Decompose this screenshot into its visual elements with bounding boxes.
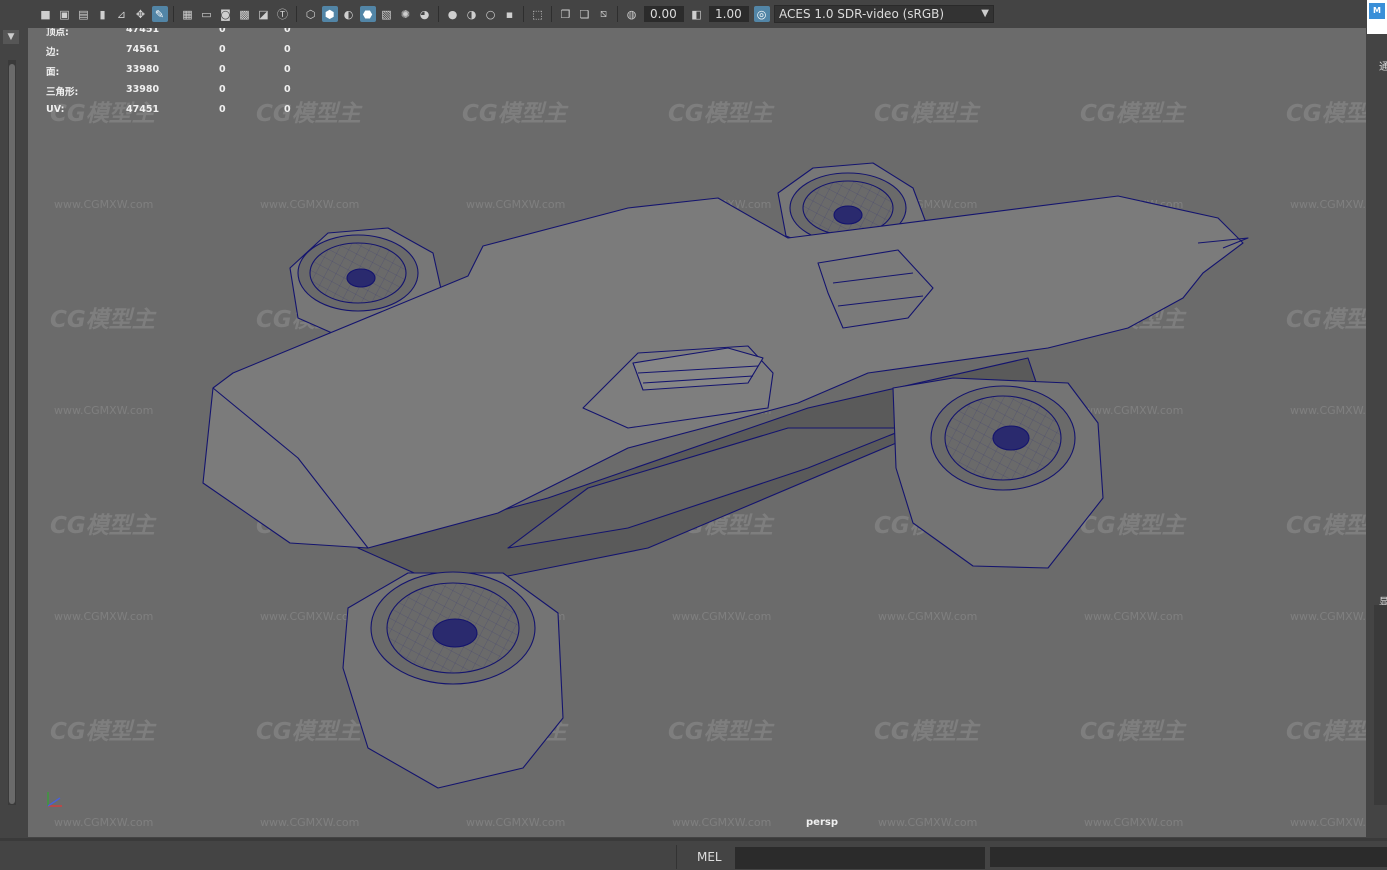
mel-input-field[interactable]	[735, 847, 985, 869]
field-chart-icon[interactable]: ◪	[256, 6, 272, 22]
grid-icon[interactable]: ▦	[180, 6, 196, 22]
hud-c3: 0	[284, 44, 291, 55]
isolate-select-icon[interactable]: ⬚	[530, 6, 546, 22]
mel-label[interactable]: MEL	[697, 850, 722, 864]
hud-c3: 0	[284, 64, 291, 75]
use-all-lights-icon[interactable]: ✺	[398, 6, 414, 22]
safe-title-icon[interactable]: Ⓣ	[275, 6, 291, 22]
viewport-toolbar: ■ ▣ ▤ ▮ ⊿ ✥ ✎ ▦ ▭ ◙ ▩ ◪ Ⓣ ⬡ ⬢ ◐ ⬣ ▧ ✺ ◕ …	[0, 0, 1366, 28]
hud-label: 面:	[46, 67, 60, 78]
camera-label: persp	[806, 817, 838, 828]
hud-row: UV: 47451 0 0	[46, 104, 346, 124]
hud-row: 面: 33980 0 0	[46, 64, 346, 84]
hud-label: 顶点:	[46, 28, 69, 38]
image-plane-icon[interactable]: ⊿	[114, 6, 130, 22]
default-material-icon[interactable]: ◐	[341, 6, 357, 22]
toolbar-separator	[523, 6, 524, 22]
toolbar-separator	[296, 6, 297, 22]
film-gate-icon[interactable]: ▭	[199, 6, 215, 22]
camera-attributes-icon[interactable]: ▤	[76, 6, 92, 22]
poly-count-hud: 顶点: 47451 0 0 边: 74561 0 0 面: 33980 0 0 三角形: 33980 0 0 U…	[46, 28, 346, 124]
hud-label: 三角形:	[46, 87, 79, 98]
toolbar-separator	[438, 6, 439, 22]
hud-value: 47451	[126, 104, 160, 115]
hud-value: 33980	[126, 64, 160, 75]
xray-active-components-icon[interactable]: ❏	[577, 6, 593, 22]
hud-c2: 0	[219, 28, 226, 35]
right-panel-label-1[interactable]: 通	[1379, 58, 1387, 73]
smooth-shade-icon[interactable]: ⬢	[321, 6, 338, 22]
hud-row: 三角形: 33980 0 0	[46, 84, 346, 104]
perspective-viewport[interactable]: CG模型主CG模型主CG模型主CG模型主CG模型主CG模型主CG模型主CG模型主…	[28, 28, 1366, 837]
wireframe-icon[interactable]: ⬡	[303, 6, 319, 22]
hud-c3: 0	[284, 84, 291, 95]
hud-value: 74561	[126, 44, 160, 55]
chevron-down-icon: ▼	[981, 8, 989, 19]
view-transform-value: ACES 1.0 SDR-video (sRGB)	[779, 7, 945, 21]
bottom-divider	[0, 838, 1387, 841]
camera-lock-icon[interactable]: ▣	[57, 6, 73, 22]
color-management-icon[interactable]: ◎	[753, 6, 770, 22]
hud-row: 顶点: 47451 0 0	[46, 28, 346, 44]
hud-c2: 0	[219, 64, 226, 75]
maya-logo-icon: M	[1369, 3, 1385, 19]
screen-space-ao-icon[interactable]: ●	[445, 6, 461, 22]
xray-icon[interactable]: ❐	[558, 6, 574, 22]
axis-gizmo	[47, 792, 62, 807]
view-transform-select[interactable]: ACES 1.0 SDR-video (sRGB) ▼	[774, 5, 994, 23]
exposure-field[interactable]	[644, 6, 684, 22]
hud-c3: 0	[284, 28, 291, 35]
spaceship-wireframe-model	[202, 162, 1249, 789]
resolution-gate-icon[interactable]: ◙	[218, 6, 234, 22]
fan-front-left	[342, 571, 564, 789]
right-scrollbar[interactable]	[1374, 605, 1387, 805]
gamma-icon[interactable]: ◧	[689, 6, 705, 22]
command-line-separator	[676, 845, 677, 869]
hud-c2: 0	[219, 104, 226, 115]
multisample-aa-icon[interactable]: ○	[483, 6, 499, 22]
maya-badge[interactable]: M	[1367, 0, 1387, 34]
hud-label: UV:	[46, 104, 65, 115]
hud-value: 47451	[126, 28, 160, 35]
gate-mask-icon[interactable]: ▩	[237, 6, 253, 22]
left-scrollbar-thumb[interactable]	[9, 64, 15, 804]
toolbar-separator	[551, 6, 552, 22]
motion-blur-icon[interactable]: ◑	[464, 6, 480, 22]
hud-value: 33980	[126, 84, 160, 95]
hud-c3: 0	[284, 104, 291, 115]
toolbar-separator	[173, 6, 174, 22]
mel-result-field	[990, 847, 1387, 867]
wireframe-on-shaded-icon[interactable]: ⬣	[359, 6, 376, 22]
hud-row: 边: 74561 0 0	[46, 44, 346, 64]
panel-menu-arrow-icon[interactable]: ▼	[3, 30, 19, 44]
hud-c2: 0	[219, 44, 226, 55]
backface-culling-icon[interactable]: ⧅	[596, 6, 612, 22]
camera-icon[interactable]: ■	[38, 6, 54, 22]
fan-front-right	[892, 377, 1104, 569]
toolbar-separator	[617, 6, 618, 22]
hud-label: 边:	[46, 47, 60, 58]
depth-of-field-icon[interactable]: ▪	[502, 6, 518, 22]
shadows-icon[interactable]: ◕	[417, 6, 433, 22]
hud-c2: 0	[219, 84, 226, 95]
bookmark-icon[interactable]: ▮	[95, 6, 111, 22]
gamma-field[interactable]	[709, 6, 749, 22]
2d-pan-icon[interactable]: ✥	[133, 6, 149, 22]
textured-icon[interactable]: ▧	[379, 6, 395, 22]
exposure-icon[interactable]: ◍	[624, 6, 640, 22]
grease-pencil-icon[interactable]: ✎	[151, 6, 168, 22]
